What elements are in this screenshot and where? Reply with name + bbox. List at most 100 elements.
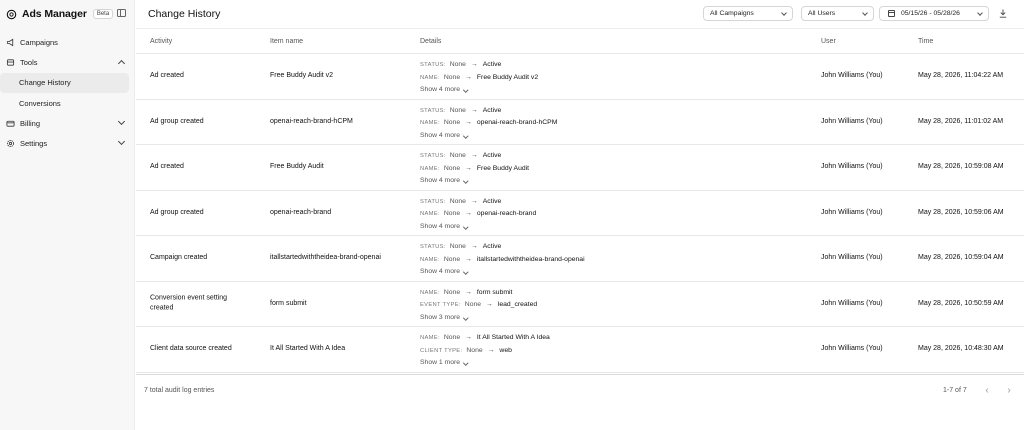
detail-new-value: form submit: [476, 288, 513, 296]
detail-new-value: Active: [482, 61, 502, 68]
arrow-right-icon: →: [465, 210, 472, 218]
arrow-right-icon: →: [487, 346, 495, 354]
item-name-cell: form submit: [270, 299, 307, 307]
table-row[interactable]: Ad group created openai-reach-brand-hCPM S…: [136, 100, 1024, 145]
column-header-item-name: Item name: [270, 37, 304, 45]
date-range-value: 05/15/26 - 05/28/26: [901, 10, 960, 17]
page-header: Change History All Campaigns All Users 0…: [136, 0, 1024, 28]
sidebar-item-settings[interactable]: Settings: [0, 134, 134, 154]
show-more-label: Show 3 more: [420, 313, 461, 321]
sidebar-item-campaigns[interactable]: Campaigns: [0, 33, 134, 53]
details-cell: STATUS: None → Active NAME: None → Free Buddy A…: [420, 59, 538, 97]
show-more-label: Show 4 more: [420, 222, 461, 230]
detail-key: NAME:: [420, 165, 440, 172]
app-name: Ads Manager: [22, 8, 87, 20]
show-more-button[interactable]: Show 3 more: [420, 312, 537, 325]
show-more-label: Show 4 more: [420, 177, 461, 185]
time-cell: May 28, 2026, 11:01:02 AM: [918, 117, 1004, 125]
time-cell: May 28, 2026, 10:50:59 AM: [918, 299, 1004, 307]
detail-old-value: None: [466, 346, 483, 354]
arrow-right-icon: →: [465, 255, 472, 263]
chevron-down-icon: [117, 137, 126, 145]
table-row[interactable]: Conversion event setting created form sub…: [136, 282, 1024, 327]
user-cell: John Williams (You): [821, 72, 883, 79]
time-cell: May 28, 2026, 11:04:22 AM: [918, 72, 1004, 79]
main-content: Change History All Campaigns All Users 0…: [136, 0, 1024, 430]
chevron-up-icon: [117, 59, 126, 67]
table-body: Ad created Free Buddy Audit v2 STATUS: None…: [136, 54, 1024, 373]
details-cell: NAME: None → form submit EVENT TYPE: None → lea…: [420, 287, 537, 325]
activity-cell: Conversion event setting created: [150, 294, 228, 312]
activity-cell: Ad created: [150, 163, 184, 170]
arrow-right-icon: →: [470, 152, 478, 159]
chevron-down-icon: [463, 269, 469, 275]
show-more-button[interactable]: Show 4 more: [420, 266, 585, 279]
arrow-right-icon: →: [486, 301, 493, 309]
show-more-button[interactable]: Show 4 more: [420, 221, 536, 234]
user-cell: John Williams (You): [821, 208, 883, 216]
activity-cell: Client data source created: [150, 345, 232, 352]
download-icon[interactable]: [999, 9, 1007, 18]
time-cell: May 28, 2026, 10:59:08 AM: [918, 163, 1004, 170]
sidebar-item-label: Tools: [20, 57, 38, 67]
detail-new-value: lead_created: [497, 301, 538, 309]
sidebar-nav: Campaigns Tools Change History Conversio…: [0, 33, 134, 153]
detail-old-value: None: [443, 334, 461, 341]
sidebar-item-tools[interactable]: Tools: [0, 53, 134, 73]
detail-old-value: None: [464, 301, 482, 309]
brand-header: Ads Manager Beta: [0, 0, 134, 28]
activity-cell: Ad group created: [150, 117, 204, 125]
sidebar-item-label: Settings: [20, 138, 48, 148]
detail-old-value: None: [449, 243, 466, 250]
table-row[interactable]: Client data source created It All Started…: [136, 327, 1024, 373]
detail-new-value: openai-reach-brand-hCPM: [476, 119, 558, 127]
sidebar-item-change-history[interactable]: Change History: [0, 73, 129, 93]
detail-key: STATUS:: [420, 198, 446, 205]
chevron-down-icon: [117, 117, 126, 126]
show-more-label: Show 4 more: [420, 268, 461, 276]
show-more-button[interactable]: Show 4 more: [420, 130, 557, 143]
page-title: Change History: [148, 8, 221, 20]
chevron-down-icon: [463, 87, 469, 93]
detail-key: NAME:: [420, 74, 440, 81]
collapse-sidebar-icon[interactable]: [117, 9, 126, 17]
show-more-button[interactable]: Show 4 more: [420, 175, 529, 188]
detail-key: STATUS:: [420, 107, 446, 114]
column-header-time: Time: [918, 37, 934, 45]
user-filter-select[interactable]: All Users: [801, 6, 874, 21]
detail-key: NAME:: [420, 211, 440, 218]
sidebar-item-conversions[interactable]: Conversions: [0, 94, 129, 114]
detail-old-value: None: [449, 106, 466, 114]
page-info: 1-7 of 7: [943, 387, 967, 394]
details-cell: NAME: None → It All Started With A Idea CLIE…: [420, 332, 550, 370]
arrow-right-icon: →: [465, 288, 472, 296]
chevron-down-icon: [463, 223, 469, 229]
show-more-label: Show 4 more: [420, 131, 461, 139]
detail-old-value: None: [443, 164, 461, 172]
detail-line: STATUS: None → Active: [420, 150, 529, 163]
table-row[interactable]: Ad group created openai-reach-brand STATUS…: [136, 191, 1024, 236]
show-more-button[interactable]: Show 4 more: [420, 84, 538, 97]
detail-new-value: openai-reach-brand: [476, 210, 537, 218]
arrow-right-icon: →: [470, 243, 478, 250]
chevron-down-icon: [463, 314, 469, 320]
item-name-cell: It All Started With A Idea: [270, 345, 346, 352]
details-cell: STATUS: None → Active NAME: None → Free Buddy A…: [420, 150, 529, 188]
arrow-right-icon: →: [470, 61, 478, 68]
chevron-down-icon: [977, 10, 983, 16]
campaign-filter-select[interactable]: All Campaigns: [703, 6, 793, 21]
table-row[interactable]: Ad created Free Buddy Audit v2 STATUS: None…: [136, 54, 1024, 100]
date-range-picker[interactable]: 05/15/26 - 05/28/26: [879, 6, 989, 21]
detail-new-value: itallstartedwiththeidea-brand-openai: [476, 255, 585, 263]
sidebar-item-billing[interactable]: Billing: [0, 114, 134, 134]
previous-page-button[interactable]: ‹: [980, 383, 994, 397]
detail-old-value: None: [449, 61, 466, 68]
detail-key: NAME:: [420, 289, 440, 296]
table-row[interactable]: Ad created Free Buddy Audit STATUS: None → Ac…: [136, 145, 1024, 191]
show-more-button[interactable]: Show 1 more: [420, 357, 550, 370]
next-page-button[interactable]: ›: [1002, 383, 1016, 397]
detail-old-value: None: [449, 197, 466, 205]
details-cell: STATUS: None → Active NAME: None → itallstarted…: [420, 241, 585, 279]
chevron-down-icon: [781, 10, 787, 16]
table-row[interactable]: Campaign created itallstartedwiththeidea-…: [136, 236, 1024, 282]
